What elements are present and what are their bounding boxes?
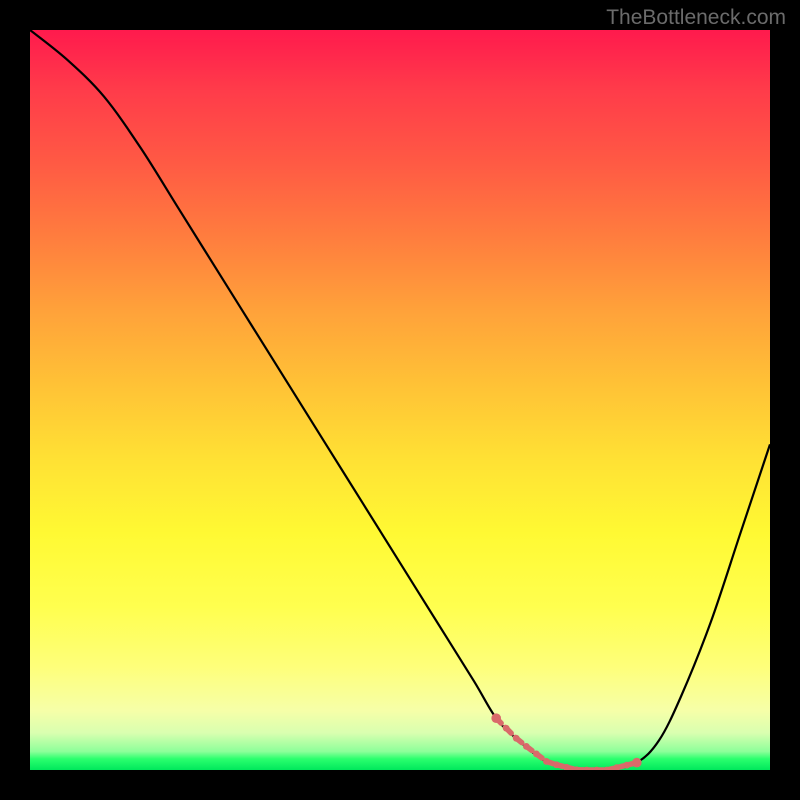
bottleneck-curve xyxy=(30,30,770,770)
optimal-range-markers xyxy=(30,30,770,770)
chart-plot-area xyxy=(30,30,770,770)
watermark-text: TheBottleneck.com xyxy=(606,6,786,30)
